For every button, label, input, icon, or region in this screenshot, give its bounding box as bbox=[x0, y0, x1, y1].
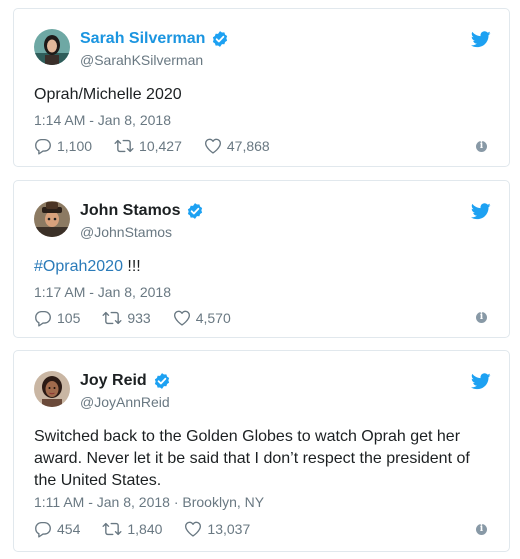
retweet-icon bbox=[102, 311, 122, 325]
retweet-button[interactable]: 933 bbox=[102, 309, 151, 327]
reply-count: 1,100 bbox=[57, 138, 93, 154]
tweet-card-sarah-silverman[interactable]: Sarah Silverman @SarahKSilverman Oprah/M… bbox=[13, 8, 510, 167]
hashtag-link[interactable]: #Oprah2020 bbox=[34, 258, 123, 275]
retweet-icon bbox=[114, 139, 134, 153]
author-name-row[interactable]: Sarah Silverman bbox=[80, 29, 229, 49]
tweet-timestamp[interactable]: 1:14 AM - Jan 8, 2018 bbox=[34, 111, 171, 129]
reply-count: 454 bbox=[57, 521, 81, 537]
reply-button[interactable]: 105 bbox=[34, 309, 80, 327]
heart-icon bbox=[173, 310, 190, 326]
author-name[interactable]: Joy Reid bbox=[80, 371, 147, 391]
tweet-timestamp[interactable]: 1:17 AM - Jan 8, 2018 bbox=[34, 283, 171, 301]
author-name[interactable]: John Stamos bbox=[80, 201, 180, 221]
author-name-row[interactable]: John Stamos bbox=[80, 201, 204, 221]
heart-icon bbox=[204, 138, 221, 154]
retweet-count: 10,427 bbox=[139, 138, 182, 154]
author-name[interactable]: Sarah Silverman bbox=[80, 29, 205, 49]
tweet-text-suffix: !!! bbox=[122, 258, 141, 275]
info-icon[interactable]: i bbox=[476, 312, 487, 323]
tweet-actions: 1,100 10,427 47,868 bbox=[34, 136, 292, 156]
avatar[interactable] bbox=[34, 29, 70, 65]
info-icon[interactable]: i bbox=[476, 141, 487, 152]
tweet-actions: 105 933 4,570 bbox=[34, 308, 253, 328]
like-button[interactable]: 47,868 bbox=[204, 137, 270, 155]
tweet-actions: 454 1,840 13,037 bbox=[34, 519, 272, 539]
twitter-bird-icon[interactable] bbox=[471, 31, 491, 48]
author-handle[interactable]: @JoyAnnReid bbox=[80, 393, 170, 411]
twitter-bird-icon[interactable] bbox=[471, 373, 491, 390]
reply-icon bbox=[35, 521, 51, 538]
like-button[interactable]: 4,570 bbox=[173, 309, 231, 327]
verified-badge-icon bbox=[188, 203, 203, 219]
reply-button[interactable]: 1,100 bbox=[34, 137, 92, 155]
heart-icon bbox=[185, 521, 202, 537]
retweet-count: 933 bbox=[127, 310, 151, 326]
tweet-text: Switched back to the Golden Globes to wa… bbox=[34, 428, 470, 489]
like-count: 13,037 bbox=[207, 521, 251, 537]
tweet-card-joy-reid[interactable]: Joy Reid @JoyAnnReid Switched back to th… bbox=[13, 350, 510, 552]
verified-badge-icon bbox=[213, 31, 228, 47]
info-icon[interactable]: i bbox=[476, 524, 487, 535]
avatar[interactable] bbox=[34, 371, 70, 407]
tweet-text: #Oprah2020 !!! bbox=[34, 256, 489, 278]
like-button[interactable]: 13,037 bbox=[184, 520, 250, 538]
tweet-timestamp[interactable]: 1:11 AM - Jan 8, 2018 · Brooklyn, NY bbox=[34, 493, 264, 511]
like-count: 47,868 bbox=[226, 138, 270, 154]
tweet-card-john-stamos[interactable]: John Stamos @JohnStamos #Oprah2020 !!! 1… bbox=[13, 180, 510, 338]
verified-badge-icon bbox=[154, 373, 169, 389]
tweet-text: Oprah/Michelle 2020 bbox=[34, 86, 182, 103]
retweet-icon bbox=[102, 522, 122, 536]
retweet-count: 1,840 bbox=[127, 521, 163, 537]
retweet-button[interactable]: 1,840 bbox=[102, 520, 162, 538]
reply-button[interactable]: 454 bbox=[34, 520, 80, 538]
author-name-row[interactable]: Joy Reid bbox=[80, 371, 171, 391]
reply-icon bbox=[35, 138, 51, 155]
author-handle[interactable]: @JohnStamos bbox=[80, 223, 172, 241]
reply-icon bbox=[35, 310, 51, 327]
reply-count: 105 bbox=[57, 310, 81, 326]
twitter-bird-icon[interactable] bbox=[471, 203, 491, 220]
avatar[interactable] bbox=[34, 201, 70, 237]
like-count: 4,570 bbox=[195, 310, 231, 326]
author-handle[interactable]: @SarahKSilverman bbox=[80, 51, 203, 69]
retweet-button[interactable]: 10,427 bbox=[114, 137, 182, 155]
